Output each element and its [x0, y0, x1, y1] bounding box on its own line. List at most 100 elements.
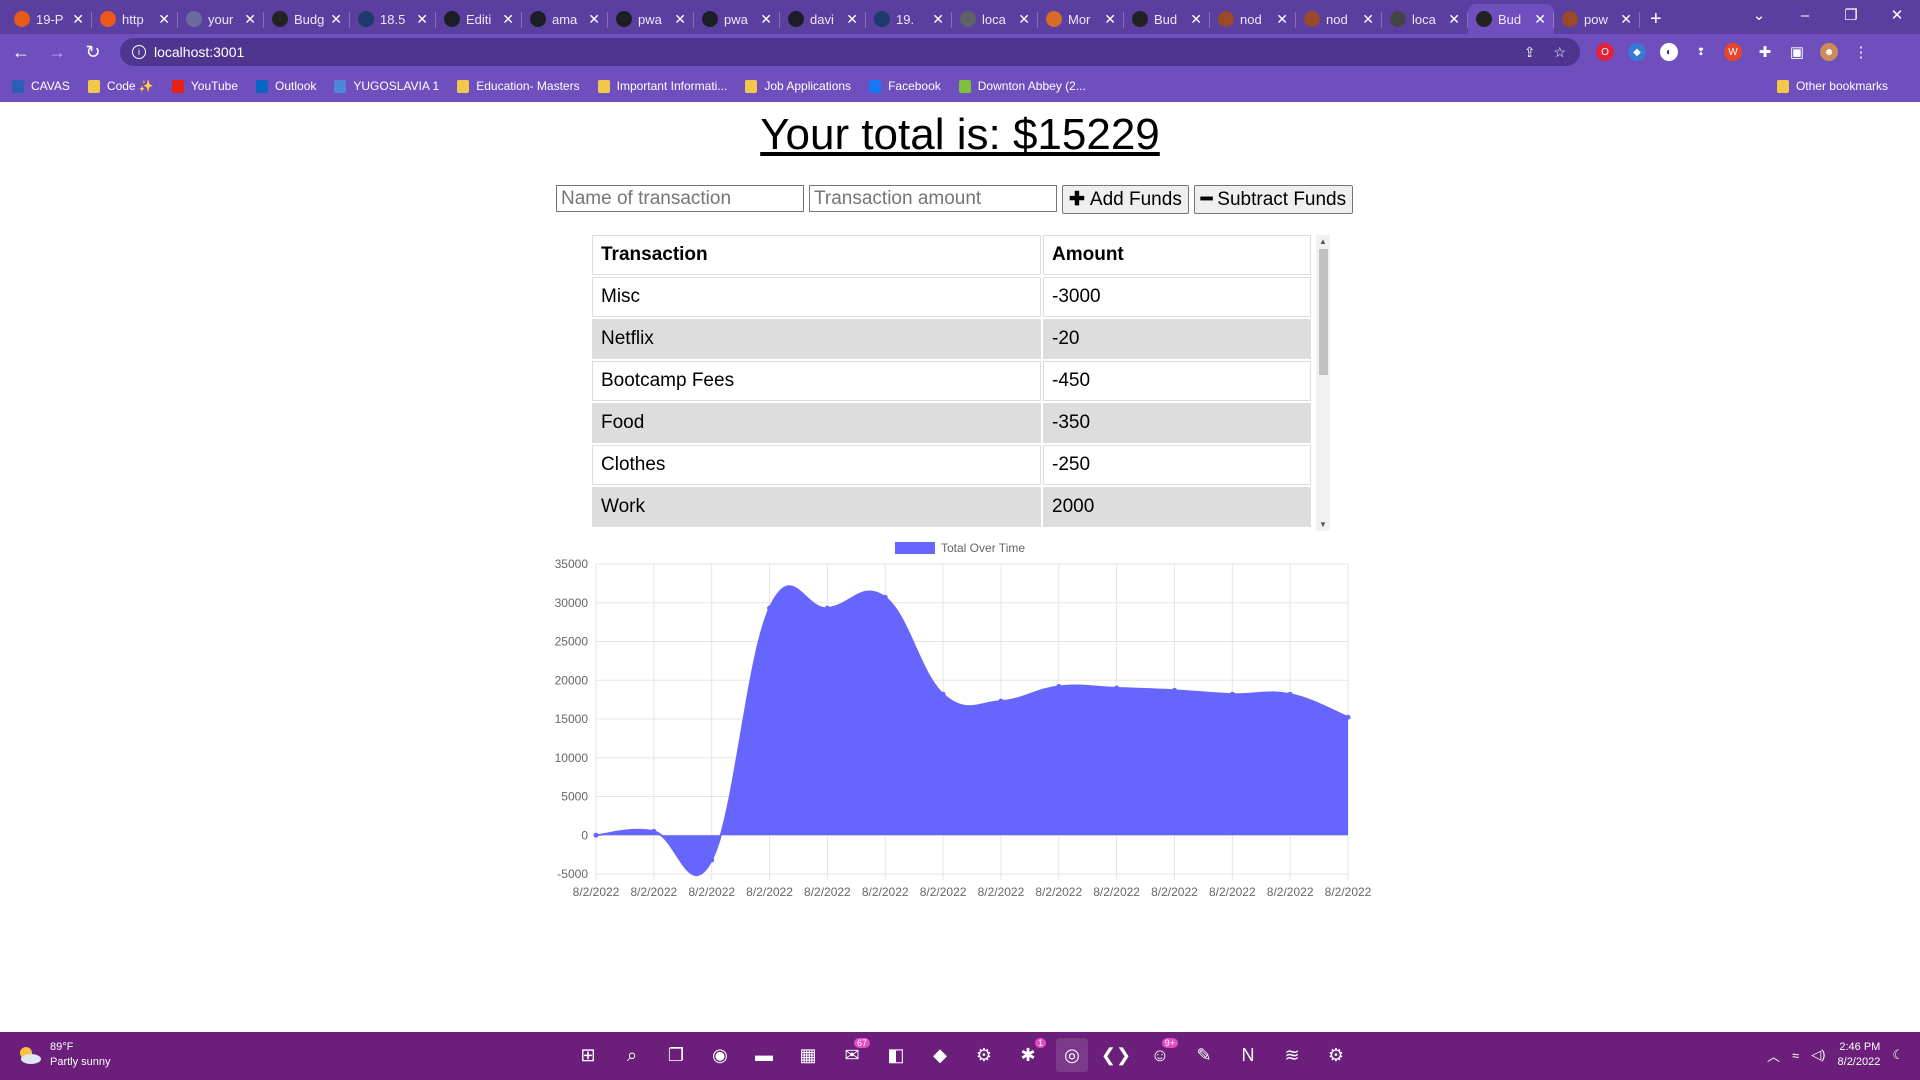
tab-close-icon[interactable]: ✕ — [1276, 11, 1288, 28]
subtract-funds-button[interactable]: ━ Subtract Funds — [1193, 185, 1354, 214]
browser-tab[interactable]: http ✕ — [92, 4, 178, 34]
tab-close-icon[interactable]: ✕ — [1534, 11, 1546, 28]
extension-icon[interactable]: ❢ — [1692, 43, 1710, 61]
share-icon[interactable]: ⇪ — [1524, 44, 1536, 61]
tab-close-icon[interactable]: ✕ — [502, 11, 514, 28]
browser-tab[interactable]: pow ✕ — [1554, 4, 1640, 34]
volume-icon[interactable]: ◁) — [1811, 1047, 1825, 1063]
tab-close-icon[interactable]: ✕ — [1448, 11, 1460, 28]
browser-tab[interactable]: davi ✕ — [780, 4, 866, 34]
tab-close-icon[interactable]: ✕ — [416, 11, 428, 28]
bookmark-item[interactable]: YouTube — [171, 79, 238, 93]
wifi-icon[interactable]: ≈ — [1792, 1048, 1799, 1063]
add-funds-button[interactable]: ✚ Add Funds — [1062, 185, 1189, 214]
search-taskbar-icon[interactable]: ⌕ — [616, 1038, 648, 1072]
bookmark-item[interactable]: Education- Masters — [457, 79, 580, 93]
other-bookmarks[interactable]: Other bookmarks — [1776, 79, 1888, 93]
transaction-amount-input[interactable] — [809, 185, 1057, 212]
spotify-icon[interactable]: ≋ — [1276, 1038, 1308, 1072]
tab-close-icon[interactable]: ✕ — [588, 11, 600, 28]
tab-close-icon[interactable]: ✕ — [1620, 11, 1632, 28]
task-view-icon[interactable]: ❐ — [660, 1038, 692, 1072]
scroll-up-arrow-icon[interactable]: ▲ — [1316, 237, 1330, 246]
discord-icon[interactable]: ☺ 9+ — [1144, 1038, 1178, 1072]
forward-button[interactable]: → — [42, 37, 72, 67]
minimize-button[interactable]: – — [1782, 7, 1828, 24]
bookmark-item[interactable]: Important Informati... — [597, 79, 727, 93]
puzzle-icon[interactable]: ✚ — [1756, 43, 1774, 61]
browser-tab[interactable]: ama ✕ — [522, 4, 608, 34]
more-menu-icon[interactable]: ⋮ — [1852, 43, 1870, 61]
clock[interactable]: 2:46 PM 8/2/2022 — [1838, 1040, 1881, 1070]
browser-tab[interactable]: 19. ✕ — [866, 4, 952, 34]
teams-icon[interactable]: ◉ — [704, 1038, 736, 1072]
bookmark-item[interactable]: Downton Abbey (2... — [958, 79, 1086, 93]
tab-close-icon[interactable]: ✕ — [674, 11, 686, 28]
notifications-icon[interactable]: ☾ — [1892, 1047, 1904, 1063]
browser-tab[interactable]: 18.5 ✕ — [350, 4, 436, 34]
bookmark-item[interactable]: Outlook — [256, 79, 316, 93]
settings-icon[interactable]: ⚙ — [1320, 1038, 1352, 1072]
tab-close-icon[interactable]: ✕ — [1362, 11, 1374, 28]
unity-icon[interactable]: ◆ — [924, 1038, 956, 1072]
bookmark-item[interactable]: YUGOSLAVIA 1 — [334, 79, 439, 93]
bookmark-item[interactable]: Code ✨ — [87, 79, 154, 93]
office-icon[interactable]: ◧ — [880, 1038, 912, 1072]
tab-close-icon[interactable]: ✕ — [158, 11, 170, 28]
extension-icon[interactable]: ◆ — [1628, 43, 1646, 61]
bookmark-star-icon[interactable]: ☆ — [1553, 44, 1566, 61]
browser-tab[interactable]: 19-P ✕ — [6, 4, 92, 34]
chevron-up-icon[interactable]: ︿ — [1767, 1046, 1780, 1065]
bookmark-item[interactable]: Job Applications — [745, 79, 851, 93]
tab-close-icon[interactable]: ✕ — [760, 11, 772, 28]
browser-tab[interactable]: pwa ✕ — [694, 4, 780, 34]
browser-tab[interactable]: Bud ✕ — [1468, 4, 1554, 34]
bookmark-item[interactable]: Facebook — [869, 79, 941, 93]
paint-app-icon[interactable]: ✎ — [1188, 1038, 1220, 1072]
steam-icon[interactable]: ⚙ — [968, 1038, 1000, 1072]
tab-close-icon[interactable]: ✕ — [330, 11, 342, 28]
tab-close-icon[interactable]: ✕ — [932, 11, 944, 28]
transaction-name-input[interactable] — [556, 185, 804, 212]
browser-tab[interactable]: Budg ✕ — [264, 4, 350, 34]
new-tab-button[interactable]: + — [1650, 4, 1662, 34]
transactions-table-container[interactable]: Transaction Amount Misc -3000 Netflix -20 Bo… — [590, 233, 1330, 531]
extension-icon[interactable]: ◐ — [1660, 43, 1678, 61]
side-panel-icon[interactable]: ▣ — [1788, 43, 1806, 61]
table-scrollbar[interactable]: ▲ ▼ — [1316, 235, 1330, 531]
vscode-icon[interactable]: ❮❯ — [1100, 1038, 1132, 1072]
avatar[interactable]: ☻ — [1820, 43, 1838, 61]
browser-tab[interactable]: Editi ✕ — [436, 4, 522, 34]
scrollbar-thumb[interactable] — [1319, 249, 1328, 375]
slack-icon[interactable]: ✱ 1 — [1012, 1038, 1046, 1072]
opera-extension-icon[interactable]: O — [1596, 43, 1614, 61]
browser-tab[interactable]: loca ✕ — [952, 4, 1038, 34]
restore-button[interactable]: ❐ — [1828, 6, 1874, 24]
chrome-icon[interactable]: ◎ — [1056, 1038, 1088, 1072]
store-icon[interactable]: ▦ — [792, 1038, 824, 1072]
tab-close-icon[interactable]: ✕ — [846, 11, 858, 28]
browser-tab[interactable]: loca ✕ — [1382, 4, 1468, 34]
start-button[interactable]: ⊞ — [572, 1038, 604, 1072]
bookmark-item[interactable]: CAVAS — [12, 79, 70, 93]
tab-search-icon[interactable]: ⌄ — [1736, 6, 1782, 24]
back-button[interactable]: ← — [6, 37, 36, 67]
reload-button[interactable]: ↻ — [78, 37, 108, 67]
tab-close-icon[interactable]: ✕ — [1104, 11, 1116, 28]
browser-tab[interactable]: pwa ✕ — [608, 4, 694, 34]
tab-close-icon[interactable]: ✕ — [1190, 11, 1202, 28]
address-bar[interactable]: i localhost:3001 ⇪ ☆ — [120, 38, 1580, 66]
close-window-button[interactable]: ✕ — [1874, 6, 1920, 24]
browser-tab[interactable]: nod ✕ — [1296, 4, 1382, 34]
mail-icon[interactable]: ✉ 67 — [836, 1038, 870, 1072]
extension-icon[interactable]: W — [1724, 43, 1742, 61]
browser-tab[interactable]: nod ✕ — [1210, 4, 1296, 34]
tab-close-icon[interactable]: ✕ — [1018, 11, 1030, 28]
browser-tab[interactable]: Bud ✕ — [1124, 4, 1210, 34]
tab-close-icon[interactable]: ✕ — [72, 11, 84, 28]
site-info-icon[interactable]: i — [132, 45, 146, 59]
netflix-icon[interactable]: N — [1232, 1038, 1264, 1072]
tab-close-icon[interactable]: ✕ — [244, 11, 256, 28]
scroll-down-arrow-icon[interactable]: ▼ — [1316, 520, 1330, 529]
weather-widget[interactable]: 89°F Partly sunny — [16, 1040, 111, 1070]
